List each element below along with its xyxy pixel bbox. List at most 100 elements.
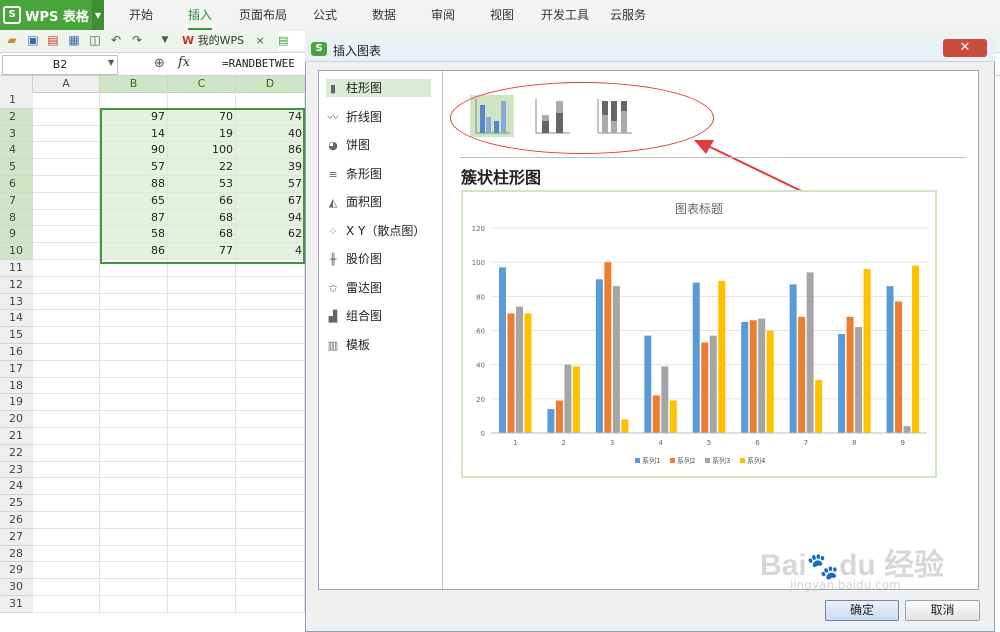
- menu-review[interactable]: 审阅: [431, 0, 455, 30]
- row-header[interactable]: 8: [0, 209, 33, 227]
- grid-cell[interactable]: [168, 495, 236, 512]
- grid-cell[interactable]: 62: [236, 226, 305, 244]
- grid-cell[interactable]: [236, 579, 305, 596]
- grid-cell[interactable]: [168, 327, 236, 344]
- row-header[interactable]: 26: [0, 512, 33, 529]
- grid-cell[interactable]: [33, 444, 100, 462]
- tab-my-wps[interactable]: W 我的WPS ×: [182, 31, 274, 51]
- grid-cell[interactable]: [33, 545, 100, 563]
- row-header[interactable]: 22: [0, 444, 33, 462]
- grid-cell[interactable]: [33, 411, 100, 428]
- row-header[interactable]: 19: [0, 394, 33, 412]
- grid-cell[interactable]: [236, 495, 305, 512]
- row-header[interactable]: 2: [0, 108, 33, 126]
- grid-cell[interactable]: [33, 596, 100, 613]
- zoom-search-icon[interactable]: ⊕: [154, 56, 165, 71]
- grid-cell[interactable]: 86: [100, 243, 168, 260]
- app-menu-button[interactable]: S WPS 表格: [0, 0, 92, 30]
- row-header[interactable]: 28: [0, 545, 33, 563]
- column-header-a[interactable]: A: [33, 76, 100, 92]
- grid-cell[interactable]: [33, 226, 100, 244]
- grid-cell[interactable]: [33, 192, 100, 210]
- undo-icon[interactable]: ↶: [109, 33, 123, 47]
- row-header[interactable]: 6: [0, 176, 33, 193]
- row-header[interactable]: 16: [0, 344, 33, 361]
- grid-cell[interactable]: [100, 377, 168, 395]
- grid-cell[interactable]: [100, 394, 168, 412]
- row-header[interactable]: 23: [0, 461, 33, 479]
- cancel-button[interactable]: 取消: [905, 600, 980, 621]
- grid-cell[interactable]: [236, 344, 305, 361]
- row-header[interactable]: 10: [0, 243, 33, 260]
- grid-cell[interactable]: [168, 360, 236, 378]
- grid-cell[interactable]: [33, 478, 100, 496]
- grid-cell[interactable]: 19: [168, 125, 236, 143]
- grid-cell[interactable]: [168, 394, 236, 412]
- grid-cell[interactable]: [33, 293, 100, 311]
- menu-page-layout[interactable]: 页面布局: [239, 0, 287, 30]
- grid-cell[interactable]: [236, 411, 305, 428]
- grid-cell[interactable]: [168, 545, 236, 563]
- grid-cell[interactable]: [168, 92, 236, 109]
- grid-cell[interactable]: [33, 209, 100, 227]
- fx-icon[interactable]: fx: [178, 55, 190, 70]
- app-dropdown-icon[interactable]: ▼: [92, 0, 104, 30]
- row-header[interactable]: 20: [0, 411, 33, 428]
- row-header[interactable]: 15: [0, 327, 33, 344]
- grid-cell[interactable]: [168, 293, 236, 311]
- grid-cell[interactable]: [33, 176, 100, 193]
- grid-cell[interactable]: [33, 562, 100, 580]
- grid-cell[interactable]: 68: [168, 209, 236, 227]
- row-header[interactable]: 1: [0, 92, 33, 109]
- menu-formula[interactable]: 公式: [313, 0, 337, 30]
- chart-type-bar[interactable]: ≡ 条形图: [326, 165, 431, 183]
- menu-insert[interactable]: 插入: [188, 0, 213, 30]
- grid-cell[interactable]: [236, 394, 305, 412]
- grid-cell[interactable]: 86: [236, 142, 305, 160]
- grid-cell[interactable]: 87: [100, 209, 168, 227]
- grid-cell[interactable]: 53: [168, 176, 236, 193]
- grid-cell[interactable]: [33, 243, 100, 260]
- grid-cell[interactable]: [236, 276, 305, 294]
- grid-cell[interactable]: [100, 545, 168, 563]
- grid-cell[interactable]: [168, 344, 236, 361]
- grid-cell[interactable]: [168, 478, 236, 496]
- grid-cell[interactable]: 88: [100, 176, 168, 193]
- row-header[interactable]: 30: [0, 579, 33, 596]
- grid-cell[interactable]: [100, 512, 168, 529]
- grid-cell[interactable]: [100, 461, 168, 479]
- grid-cell[interactable]: [168, 461, 236, 479]
- tab-file[interactable]: ▤ 01: [278, 31, 305, 67]
- grid-cell[interactable]: [33, 512, 100, 529]
- grid-cell[interactable]: [33, 528, 100, 546]
- grid-cell[interactable]: [168, 260, 236, 277]
- grid-cell[interactable]: 65: [100, 192, 168, 210]
- grid-cell[interactable]: [236, 478, 305, 496]
- grid-cell[interactable]: [236, 428, 305, 445]
- column-header-b[interactable]: B: [100, 76, 168, 92]
- grid-cell[interactable]: [100, 344, 168, 361]
- print-preview-icon[interactable]: ◫: [88, 33, 102, 47]
- grid-cell[interactable]: [100, 276, 168, 294]
- grid-cell[interactable]: [168, 562, 236, 580]
- chart-type-pie[interactable]: ◕ 饼图: [326, 136, 431, 154]
- grid-cell[interactable]: [33, 495, 100, 512]
- grid-cell[interactable]: [236, 545, 305, 563]
- row-header[interactable]: 12: [0, 276, 33, 294]
- grid-cell[interactable]: [100, 327, 168, 344]
- dialog-close-button[interactable]: ✕: [943, 39, 987, 57]
- grid-cell[interactable]: 66: [168, 192, 236, 210]
- row-header[interactable]: 27: [0, 528, 33, 546]
- grid-cell[interactable]: [33, 142, 100, 160]
- grid-cell[interactable]: [236, 260, 305, 277]
- row-header[interactable]: 25: [0, 495, 33, 512]
- grid-cell[interactable]: [100, 478, 168, 496]
- grid-cell[interactable]: [33, 461, 100, 479]
- row-header[interactable]: 7: [0, 192, 33, 210]
- dialog-titlebar[interactable]: [305, 37, 995, 62]
- grid-cell[interactable]: [236, 327, 305, 344]
- grid-cell[interactable]: 70: [168, 108, 236, 126]
- grid-cell[interactable]: 58: [100, 226, 168, 244]
- grid-cell[interactable]: [33, 344, 100, 361]
- grid-cell[interactable]: [168, 411, 236, 428]
